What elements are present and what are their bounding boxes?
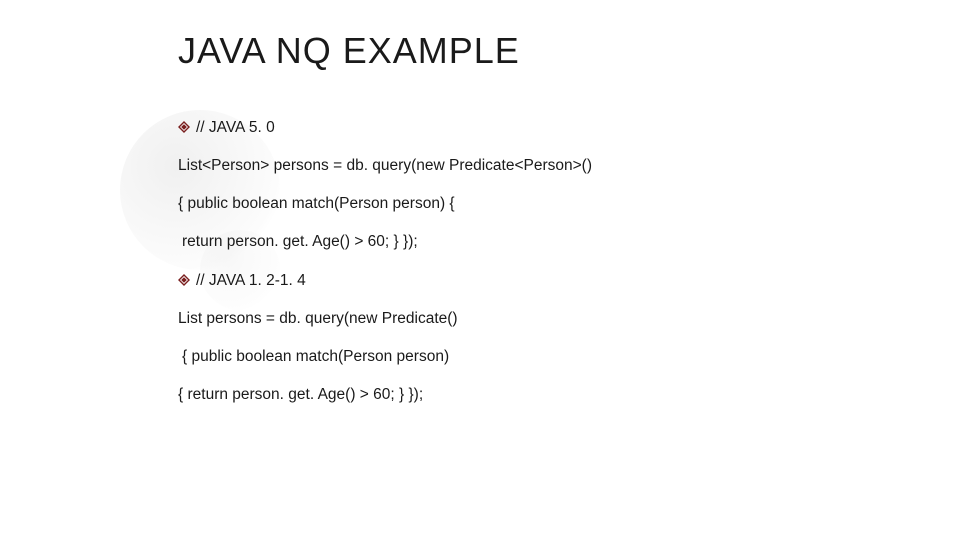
code-text: // JAVA 1. 2-1. 4	[196, 271, 878, 291]
code-text: List<Person> persons = db. query(new Pre…	[178, 156, 878, 176]
diamond-bullet-icon	[178, 274, 190, 286]
code-text: return person. get. Age() > 60; } });	[182, 232, 878, 252]
code-line: List<Person> persons = db. query(new Pre…	[178, 156, 878, 176]
code-line: { public boolean match(Person person)	[178, 347, 878, 367]
code-line: return person. get. Age() > 60; } });	[178, 232, 878, 252]
code-lines: // JAVA 5. 0 List<Person> persons = db. q…	[178, 118, 878, 405]
code-text: // JAVA 5. 0	[196, 118, 878, 138]
code-line: List persons = db. query(new Predicate()	[178, 309, 878, 329]
code-line: // JAVA 1. 2-1. 4	[178, 271, 878, 291]
code-line: { public boolean match(Person person) {	[178, 194, 878, 214]
code-text: { public boolean match(Person person) {	[178, 194, 878, 214]
code-text: List persons = db. query(new Predicate()	[178, 309, 878, 329]
code-line: // JAVA 5. 0	[178, 118, 878, 138]
slide-content: JAVA NQ EXAMPLE // JAVA 5. 0 List<Person>…	[178, 30, 878, 423]
code-text: { public boolean match(Person person)	[182, 347, 878, 367]
code-text: { return person. get. Age() > 60; } });	[178, 385, 878, 405]
diamond-bullet-icon	[178, 121, 190, 133]
code-line: { return person. get. Age() > 60; } });	[178, 385, 878, 405]
slide-title: JAVA NQ EXAMPLE	[178, 30, 878, 72]
